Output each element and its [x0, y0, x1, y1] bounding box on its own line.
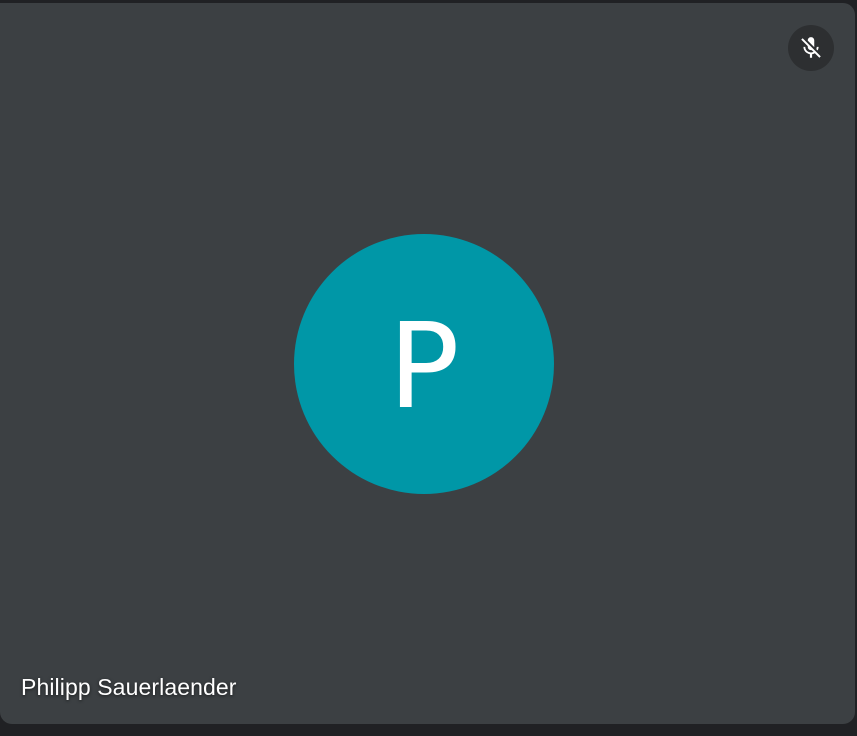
avatar: P — [294, 234, 554, 494]
mic-off-icon — [798, 35, 824, 61]
participant-tile[interactable]: P Philipp Sauerlaender — [0, 3, 855, 724]
avatar-initial: P — [388, 297, 460, 435]
mic-status-indicator[interactable] — [788, 25, 834, 71]
participant-name: Philipp Sauerlaender — [21, 674, 237, 700]
